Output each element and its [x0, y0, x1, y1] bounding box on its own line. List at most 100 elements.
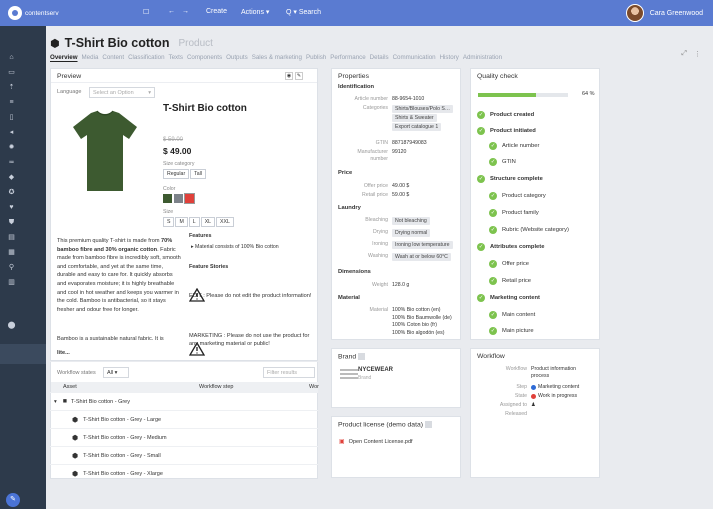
more-link[interactable]: lite... [57, 350, 70, 356]
pin-icon[interactable]: ✎ [6, 493, 20, 507]
eye-icon[interactable]: ◉ [285, 72, 293, 80]
table-row[interactable]: ⬢ T-Shirt Bio cotton - Grey - Xlarge [50, 464, 318, 482]
expand-icon[interactable]: ⤢ [681, 50, 687, 58]
upload-icon[interactable]: ⇡ [7, 84, 16, 91]
panel-toggle-icon[interactable]: ☐ [143, 8, 149, 16]
size-option[interactable]: XXL [216, 217, 234, 227]
color-swatch[interactable] [174, 194, 183, 203]
size-option[interactable]: M [175, 217, 188, 227]
workflow-states-select[interactable]: All ▾ [103, 367, 129, 378]
col-workflow-step[interactable]: Workflow step [199, 384, 233, 390]
shield-icon[interactable]: ⛊ [7, 219, 16, 226]
user-icon[interactable]: ♟ [531, 402, 536, 408]
quality-check-item[interactable]: ✓ Product family [489, 209, 539, 217]
check-icon: ✓ [477, 294, 485, 302]
quality-check-item[interactable]: ✓ Article number [489, 142, 539, 150]
report-icon[interactable]: ▦ [7, 249, 16, 256]
tab-sales-marketing[interactable]: Sales & marketing [252, 54, 302, 61]
filter-icon[interactable]: ≂ [7, 159, 16, 166]
megaphone-icon[interactable]: ◂ [7, 129, 16, 136]
tag-icon[interactable]: ◆ [7, 174, 16, 181]
document-icon[interactable]: ▤ [7, 234, 16, 241]
more-options-icon[interactable]: ⋮ [694, 50, 701, 58]
tab-performance[interactable]: Performance [330, 54, 365, 61]
quality-check-label: Structure complete [490, 176, 543, 182]
ironing-chip[interactable]: Ironing low temperature [392, 241, 453, 249]
info-icon[interactable] [358, 353, 366, 360]
language-select[interactable]: Select an Option ▾ [89, 87, 155, 98]
star-icon[interactable]: ✪ [7, 189, 16, 196]
quality-check-item[interactable]: ✓ Rubric (Website category) [489, 226, 569, 234]
table-row[interactable]: ⬢ T-Shirt Bio cotton - Grey - Large [50, 410, 318, 428]
trash-icon[interactable]: ▥ [7, 279, 16, 286]
actions-menu[interactable]: Actions ▾ [241, 8, 269, 16]
settings-icon[interactable]: ✎ [295, 72, 303, 80]
forward-arrow-icon[interactable]: → [182, 8, 189, 15]
step-value: Marketing content [538, 384, 580, 390]
quality-check-item[interactable]: ✓ Marketing content [477, 294, 540, 302]
chevron-down-icon[interactable]: ▾ [54, 399, 57, 405]
user-menu[interactable]: Cara Greenwood [625, 4, 703, 22]
quality-check-item[interactable]: ✓ Retail price [489, 277, 531, 285]
size-option[interactable]: L [188, 217, 200, 227]
table-row[interactable]: ⬢ T-Shirt Bio cotton - Grey - Medium [50, 428, 318, 446]
washing-chip[interactable]: Wash at or below 60°C [392, 253, 451, 261]
book-icon[interactable]: ▯ [7, 114, 16, 121]
color-swatch[interactable] [163, 194, 172, 203]
category-chip[interactable]: Shirts & Sweater [392, 114, 437, 122]
monitor-icon[interactable]: ▭ [7, 69, 16, 76]
retail-price: 59.00 $ [392, 192, 410, 198]
tab-media[interactable]: Media [82, 54, 99, 61]
info-icon[interactable] [424, 421, 432, 428]
tab-administration[interactable]: Administration [463, 54, 502, 61]
search-icon[interactable]: ⚲ [7, 264, 16, 271]
gear-icon[interactable]: ✹ [7, 144, 16, 151]
back-arrow-icon[interactable]: ← [168, 8, 175, 15]
heart-icon[interactable]: ♥ [7, 204, 16, 211]
list-icon[interactable]: ≡ [7, 99, 16, 106]
tab-texts[interactable]: Texts [169, 54, 183, 61]
filter-input[interactable]: Filter results [263, 367, 315, 378]
tab-communication[interactable]: Communication [393, 54, 436, 61]
home-icon[interactable]: ⌂ [7, 54, 16, 61]
col-wor[interactable]: Wor [309, 384, 319, 390]
size-option[interactable]: XL [200, 217, 216, 227]
drying-chip[interactable]: Drying normal [392, 229, 431, 237]
quality-check-item[interactable]: ✓ Attributes complete [477, 243, 544, 251]
palette-icon[interactable]: ⬤ [7, 322, 16, 329]
size-category-tall[interactable]: Tall [190, 169, 206, 179]
quality-check-item[interactable]: ✓ Product category [489, 192, 546, 200]
category-chip[interactable]: Export catalogue 1 [392, 123, 442, 131]
brand-name[interactable]: NYCEWEAR [358, 367, 393, 373]
table-row[interactable]: ⬢ T-Shirt Bio cotton - Grey - Small [50, 446, 318, 464]
size-option[interactable]: S [163, 217, 175, 227]
col-asset[interactable]: Asset [63, 384, 77, 390]
tab-components[interactable]: Components [187, 54, 222, 61]
tab-content[interactable]: Content [102, 54, 124, 61]
quality-check-label: Product category [502, 193, 546, 199]
tab-outputs[interactable]: Outputs [226, 54, 248, 61]
quality-check-item[interactable]: ✓ Main picture [489, 327, 534, 335]
retail-price-label: Retail price [362, 192, 388, 198]
size-category-regular[interactable]: Regular [163, 169, 190, 179]
quality-check-item[interactable]: ✓ GTIN [489, 158, 516, 166]
table-group-row[interactable]: ▾ ■ T-Shirt Bio cotton - Grey [50, 392, 318, 410]
create-button[interactable]: Create [206, 8, 227, 15]
tab-history[interactable]: History [440, 54, 459, 61]
tab-overview[interactable]: Overview [50, 54, 78, 61]
license-file[interactable]: ▣ Open Content License.pdf [339, 438, 413, 446]
brand-sub: Brand [358, 375, 372, 381]
quality-check-item[interactable]: ✓ Structure complete [477, 175, 543, 183]
quality-check-item[interactable]: ✓ Main content [489, 311, 535, 319]
tab-publish[interactable]: Publish [306, 54, 326, 61]
category-chip[interactable]: Shirts/Blouses/Polo S… [392, 105, 454, 113]
search-button[interactable]: Q ▾ Search [286, 8, 321, 16]
quality-check-item[interactable]: ✓ Product initiated [477, 127, 536, 135]
quality-check-item[interactable]: ✓ Offer price [489, 260, 529, 268]
bleaching-chip[interactable]: Not bleaching [392, 217, 430, 225]
tab-details[interactable]: Details [370, 54, 389, 61]
quality-check-item[interactable]: ✓ Product created [477, 111, 534, 119]
logo[interactable]: contentserv [8, 6, 59, 20]
tab-classification[interactable]: Classification [128, 54, 164, 61]
color-swatch[interactable] [184, 193, 195, 204]
